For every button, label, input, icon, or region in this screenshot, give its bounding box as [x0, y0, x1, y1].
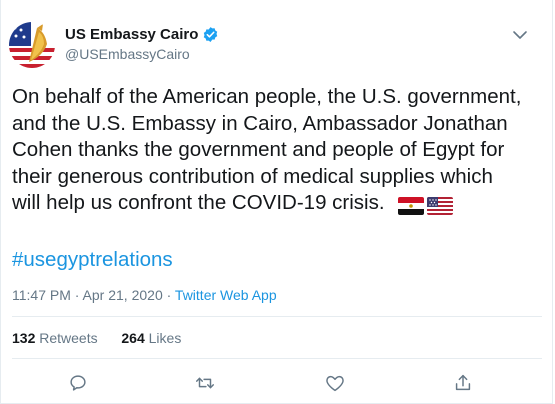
avatar[interactable] [9, 22, 55, 68]
tweet-meta: 11:47 PM · Apr 21, 2020 · Twitter Web Ap… [12, 287, 277, 303]
flag-emojis [398, 197, 453, 215]
tweet-stats: 132 Retweets 264 Likes [12, 330, 181, 346]
tweet-source-link[interactable]: Twitter Web App [175, 287, 277, 303]
likes-stat[interactable]: 264 Likes [121, 330, 181, 346]
account-name-row: US Embassy Cairo [65, 26, 219, 43]
us-flag-icon [427, 197, 453, 215]
tweet-timestamp[interactable]: 11:47 PM · Apr 21, 2020 · [12, 287, 175, 303]
embassy-seal-icon [9, 22, 55, 68]
retweets-label: Retweets [35, 330, 98, 346]
tweet-actions [1, 372, 555, 396]
chevron-down-icon[interactable] [510, 28, 530, 42]
tweet-text: On behalf of the American people, the U.… [12, 85, 522, 214]
verified-badge-icon [204, 27, 218, 42]
likes-count: 264 [121, 330, 145, 346]
divider [12, 358, 542, 359]
like-heart-icon[interactable] [324, 372, 346, 394]
share-icon[interactable] [452, 372, 474, 394]
egypt-flag-icon [398, 197, 424, 215]
retweets-count: 132 [12, 330, 36, 346]
tweet-card: US Embassy Cairo @USEmbassyCairo On beha… [0, 0, 553, 404]
divider [12, 316, 542, 317]
retweet-icon[interactable] [194, 372, 216, 394]
retweets-stat[interactable]: 132 Retweets [12, 330, 98, 346]
account-name[interactable]: US Embassy Cairo [65, 26, 198, 43]
hashtag-link[interactable]: #usegyptrelations [12, 248, 173, 272]
account-handle[interactable]: @USEmbassyCairo [65, 46, 190, 62]
reply-icon[interactable] [67, 372, 89, 394]
likes-label: Likes [144, 330, 182, 346]
